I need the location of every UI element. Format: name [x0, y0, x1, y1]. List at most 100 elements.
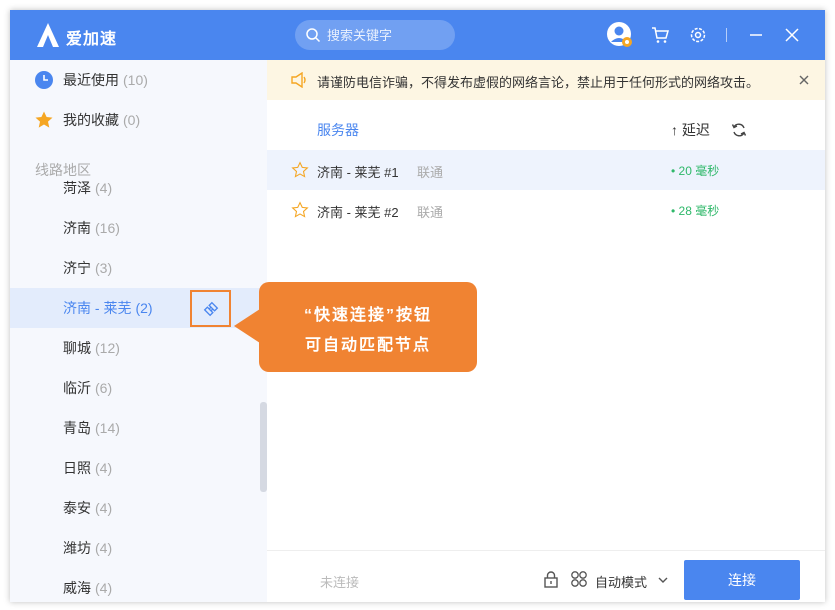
region-name: 聊城 — [63, 340, 91, 356]
region-name: 潍坊 — [63, 540, 91, 556]
sidebar-item-label: 最近使用 (10) — [63, 70, 148, 90]
search-input[interactable] — [327, 27, 447, 43]
notice-close-icon[interactable] — [797, 73, 811, 87]
tooltip-callout: “快速连接”按钮 可自动匹配节点 — [259, 282, 477, 372]
favorites-count: (0) — [123, 112, 141, 128]
server-name: 济南 - 莱芜 #1 — [317, 165, 399, 180]
footer-divider — [267, 550, 825, 551]
refresh-icon[interactable] — [731, 122, 747, 138]
star-icon — [35, 111, 53, 128]
region-label: 济南 (16) — [63, 218, 120, 238]
region-name: 菏泽 — [63, 180, 91, 196]
region-count: (6) — [95, 380, 113, 396]
search-box[interactable] — [295, 20, 455, 50]
region-count: (16) — [95, 220, 120, 236]
region-count: (4) — [95, 540, 113, 556]
column-header-server[interactable]: 服务器 — [317, 110, 359, 150]
speaker-icon — [291, 72, 306, 88]
region-label: 济南 - 莱芜 (2) — [63, 298, 153, 318]
sidebar-scrollbar[interactable] — [260, 402, 267, 492]
server-name: 济南 - 莱芜 #2 — [317, 205, 399, 220]
region-name: 威海 — [63, 580, 91, 596]
favorite-star-icon[interactable] — [291, 161, 309, 179]
region-label: 济宁 (3) — [63, 258, 112, 278]
region-name: 济南 — [63, 220, 91, 236]
region-name: 青岛 — [63, 420, 91, 436]
region-name: 泰安 — [63, 500, 91, 516]
notice-bar: 请谨防电信诈骗，不得发布虚假的网络言论，禁止用于任何形式的网络攻击。 — [267, 60, 825, 100]
sidebar-item-region[interactable]: 日照 (4) — [10, 448, 267, 488]
region-count: (2) — [135, 300, 153, 316]
callout-line-1: “快速连接”按钮 — [303, 307, 432, 324]
connection-status: 未连接 — [320, 575, 360, 590]
favorites-label: 我的收藏 — [63, 112, 119, 128]
server-isp: 联通 — [417, 205, 444, 220]
region-name: 临沂 — [63, 380, 91, 396]
minimize-button[interactable] — [744, 23, 768, 47]
notice-text: 请谨防电信诈骗，不得发布虚假的网络言论，禁止用于任何形式的网络攻击。 — [317, 75, 760, 90]
cart-icon — [652, 27, 669, 43]
mode-select-label[interactable]: 自动模式 — [595, 572, 647, 591]
user-avatar[interactable] — [606, 21, 634, 49]
server-row[interactable]: 济南 - 莱芜 #1 联通 • 20 毫秒 — [267, 150, 825, 190]
sidebar-item-region[interactable]: 潍坊 (4) — [10, 528, 267, 568]
app-name: 爱加速 — [66, 31, 118, 48]
mode-grid-icon[interactable] — [570, 570, 588, 588]
sidebar-item-region[interactable]: 威海 (4) — [10, 568, 267, 602]
sidebar-item-region[interactable]: 青岛 (14) — [10, 408, 267, 448]
region-label: 泰安 (4) — [63, 498, 112, 518]
region-label: 聊城 (12) — [63, 338, 120, 358]
region-label: 临沂 (6) — [63, 378, 112, 398]
sidebar-item-recent[interactable]: 最近使用 (10) — [10, 60, 267, 100]
server-isp: 联通 — [417, 165, 444, 180]
region-count: (14) — [95, 420, 120, 436]
region-name: 济南 - 莱芜 — [63, 300, 132, 316]
region-count: (4) — [95, 580, 113, 596]
region-count: (4) — [95, 460, 113, 476]
avatar-icon — [607, 22, 632, 47]
region-label: 威海 (4) — [63, 578, 112, 598]
gear-icon — [690, 27, 706, 43]
region-label: 日照 (4) — [63, 458, 112, 478]
region-name: 济宁 — [63, 260, 91, 276]
sidebar-item-region[interactable]: 聊城 (12) — [10, 328, 267, 368]
close-icon — [785, 28, 799, 42]
callout-arrow — [234, 309, 260, 343]
sidebar-item-region[interactable]: 济宁 (3) — [10, 248, 267, 288]
region-count: (12) — [95, 340, 120, 356]
search-icon — [306, 28, 321, 43]
settings-button[interactable] — [686, 23, 710, 47]
recent-count: (10) — [123, 72, 148, 88]
plug-connect-icon — [203, 301, 218, 316]
chevron-down-icon[interactable] — [657, 574, 669, 586]
server-latency: • 20 毫秒 — [671, 164, 720, 178]
column-header-latency[interactable]: ↑ 延迟 — [671, 110, 710, 150]
clock-icon — [35, 71, 53, 89]
sidebar-item-region[interactable]: 济南 (16) — [10, 208, 267, 248]
region-count: (4) — [95, 180, 113, 196]
titlebar-divider — [726, 28, 727, 42]
sidebar-item-region[interactable]: 菏泽 (4) — [10, 168, 267, 208]
sidebar: 最近使用 (10) 我的收藏 (0) 线路地区 菏泽 (4) 济南 (16) 济宁 (3)… — [10, 60, 267, 602]
cart-button[interactable] — [648, 23, 672, 47]
server-latency: • 28 毫秒 — [671, 204, 720, 218]
region-count: (4) — [95, 500, 113, 516]
sidebar-item-favorites[interactable]: 我的收藏 (0) — [10, 100, 267, 140]
favorite-star-icon[interactable] — [291, 201, 309, 219]
lock-icon[interactable] — [542, 570, 560, 588]
quick-connect-button[interactable] — [190, 290, 231, 327]
app-window: 爱加速 搜索关键字 最近使用 (10) 我的收藏 (0) 线路地区 菏泽 (4)… — [10, 10, 825, 602]
callout-line-2: 可自动匹配节点 — [304, 337, 431, 354]
server-row[interactable]: 济南 - 莱芜 #2 联通 • 28 毫秒 — [267, 190, 825, 230]
sidebar-item-region[interactable]: 泰安 (4) — [10, 488, 267, 528]
region-label: 潍坊 (4) — [63, 538, 112, 558]
title-bar: 爱加速 — [10, 10, 825, 60]
sidebar-item-region[interactable]: 临沂 (6) — [10, 368, 267, 408]
app-logo-icon — [37, 23, 59, 47]
sidebar-item-label: 我的收藏 (0) — [63, 110, 140, 130]
close-button[interactable] — [780, 23, 804, 47]
region-count: (3) — [95, 260, 113, 276]
region-name: 日照 — [63, 460, 91, 476]
connect-button[interactable]: 连接 — [684, 560, 800, 600]
recent-label: 最近使用 — [63, 72, 119, 88]
